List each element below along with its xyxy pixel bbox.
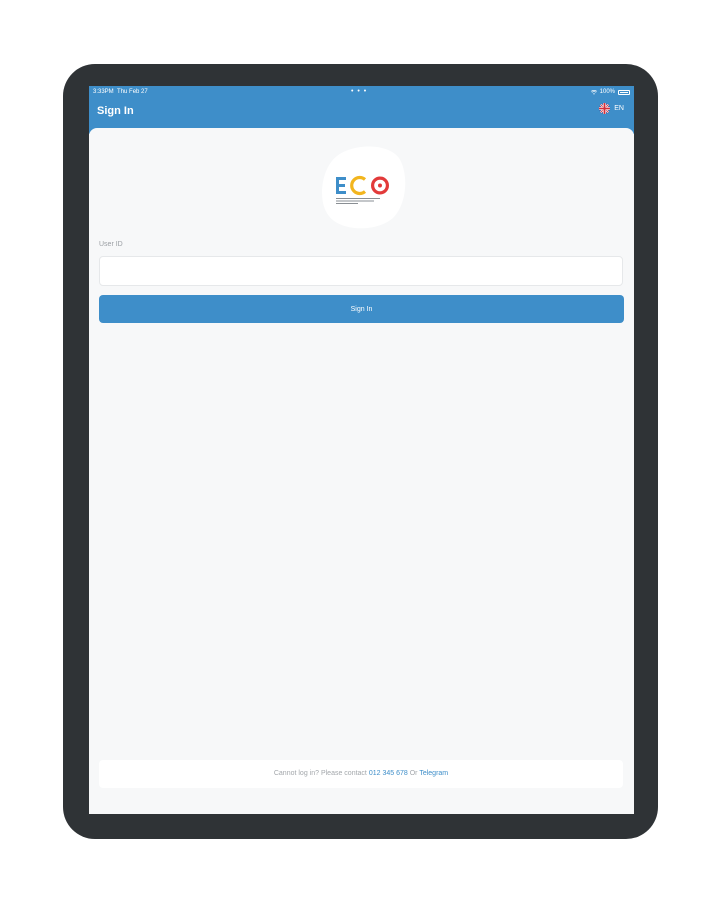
uk-flag-icon	[599, 103, 611, 114]
user-id-label: User ID	[99, 241, 123, 248]
status-indicators: 100%	[590, 86, 630, 98]
wifi-icon	[590, 89, 597, 95]
sign-in-content: User ID Sign In Cannot log in? Please co…	[89, 128, 634, 814]
phone-link[interactable]: 012 345 678	[369, 770, 408, 777]
battery-icon	[618, 89, 630, 95]
sign-in-button[interactable]: Sign In	[99, 295, 624, 323]
footer-prefix: Cannot log in? Please contact	[273, 770, 367, 777]
status-date: Thu Feb 27	[117, 89, 148, 95]
status-time: 3:33PM	[93, 89, 114, 95]
language-label: EN	[614, 105, 624, 112]
tablet-frame: 3:33PM Thu Feb 27 • • • 100% Sign In EN …	[63, 64, 658, 839]
user-id-input[interactable]	[99, 256, 623, 286]
language-switcher[interactable]: EN	[599, 103, 624, 114]
screen: 3:33PM Thu Feb 27 • • • 100% Sign In EN …	[89, 86, 634, 814]
status-bar: 3:33PM Thu Feb 27 • • • 100%	[89, 86, 634, 98]
support-footer: Cannot log in? Please contact 012 345 67…	[99, 760, 623, 788]
logo-blob-shape	[322, 146, 406, 229]
footer-separator: Or	[409, 770, 418, 777]
eco-logo	[317, 144, 407, 230]
page-title: Sign In	[97, 105, 134, 117]
multitask-dots[interactable]: • • •	[351, 86, 367, 98]
telegram-link[interactable]: Telegram	[419, 770, 448, 777]
battery-percent: 100%	[599, 89, 615, 95]
status-time-date: 3:33PM Thu Feb 27	[93, 86, 148, 98]
